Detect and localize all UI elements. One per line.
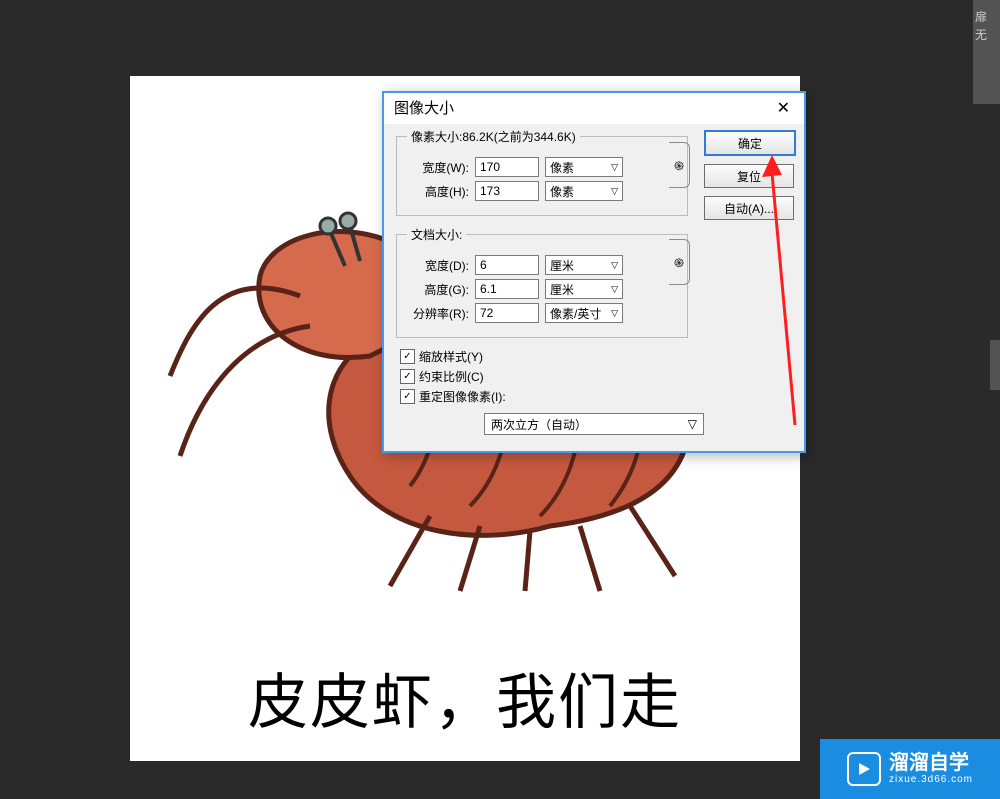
resample-checkbox[interactable]: ✓ bbox=[400, 389, 415, 404]
auto-button[interactable]: 自动(A)... bbox=[704, 196, 794, 220]
play-icon bbox=[847, 752, 881, 786]
document-size-group: 文档大小: 宽度(D): 厘米 ▽ 高度(G): 厘米 ▽ 分辨率(R): bbox=[396, 226, 688, 338]
resolution-label: 分辨率(R): bbox=[407, 305, 469, 322]
resolution-unit-select[interactable]: 像素/英寸 ▽ bbox=[545, 303, 623, 323]
chevron-down-icon: ▽ bbox=[611, 260, 618, 271]
doc-legend: 文档大小: bbox=[407, 226, 466, 243]
dialog-titlebar[interactable]: 图像大小 ✕ bbox=[384, 93, 804, 124]
close-icon[interactable]: ✕ bbox=[773, 98, 794, 118]
doc-width-label: 宽度(D): bbox=[407, 257, 469, 274]
select-value: 两次立方（自动） bbox=[491, 416, 587, 433]
chevron-down-icon: ▽ bbox=[611, 186, 618, 197]
doc-height-unit-select[interactable]: 厘米 ▽ bbox=[545, 279, 623, 299]
pixel-width-unit-select[interactable]: 像素 ▽ bbox=[545, 157, 623, 177]
select-value: 像素/英寸 bbox=[550, 305, 601, 322]
scale-styles-checkbox[interactable]: ✓ bbox=[400, 349, 415, 364]
watermark-brand: 溜溜自学 bbox=[889, 753, 973, 773]
doc-width-unit-select[interactable]: 厘米 ▽ bbox=[545, 255, 623, 275]
doc-height-label: 高度(G): bbox=[407, 281, 469, 298]
link-icon[interactable]: ֍ bbox=[669, 239, 690, 285]
doc-height-input[interactable] bbox=[475, 279, 539, 299]
constrain-proportions-checkbox[interactable]: ✓ bbox=[400, 369, 415, 384]
chevron-down-icon: ▽ bbox=[611, 284, 618, 295]
ok-button[interactable]: 确定 bbox=[704, 130, 796, 156]
constrain-label: 约束比例(C) bbox=[419, 368, 484, 385]
watermark-url: zixue.3d66.com bbox=[889, 775, 973, 785]
pixel-height-label: 高度(H): bbox=[407, 183, 469, 200]
select-value: 像素 bbox=[550, 159, 574, 176]
chevron-down-icon: ▽ bbox=[611, 308, 618, 319]
pixel-dimensions-group: 像素大小:86.2K(之前为344.6K) 宽度(W): 像素 ▽ 高度(H):… bbox=[396, 128, 688, 216]
doc-width-input[interactable] bbox=[475, 255, 539, 275]
dialog-title: 图像大小 bbox=[394, 97, 454, 118]
pixel-height-unit-select[interactable]: 像素 ▽ bbox=[545, 181, 623, 201]
watermark-badge: 溜溜自学 zixue.3d66.com bbox=[820, 739, 1000, 799]
resample-label: 重定图像像素(I): bbox=[419, 388, 506, 405]
right-panel: 扉 无 bbox=[973, 0, 1000, 104]
pixel-legend: 像素大小:86.2K(之前为344.6K) bbox=[407, 128, 580, 145]
panel-text-2: 无 bbox=[975, 26, 998, 44]
image-size-dialog: 图像大小 ✕ 确定 复位 自动(A)... 像素大小:86.2K(之前为344.… bbox=[382, 91, 806, 453]
meme-caption: 皮皮虾，我们走 bbox=[130, 654, 800, 741]
resolution-input[interactable] bbox=[475, 303, 539, 323]
reset-button[interactable]: 复位 bbox=[704, 164, 794, 188]
pixel-height-input[interactable] bbox=[475, 181, 539, 201]
chevron-down-icon: ▽ bbox=[688, 417, 697, 431]
scale-styles-label: 缩放样式(Y) bbox=[419, 348, 483, 365]
select-value: 厘米 bbox=[550, 257, 574, 274]
pixel-width-label: 宽度(W): bbox=[407, 159, 469, 176]
resample-method-select[interactable]: 两次立方（自动） ▽ bbox=[484, 413, 704, 435]
chevron-down-icon: ▽ bbox=[611, 162, 618, 173]
select-value: 厘米 bbox=[550, 281, 574, 298]
pixel-width-input[interactable] bbox=[475, 157, 539, 177]
select-value: 像素 bbox=[550, 183, 574, 200]
panel-text-1: 扉 bbox=[975, 8, 998, 26]
right-panel-lower bbox=[990, 340, 1000, 390]
link-icon[interactable]: ֍ bbox=[669, 142, 690, 188]
